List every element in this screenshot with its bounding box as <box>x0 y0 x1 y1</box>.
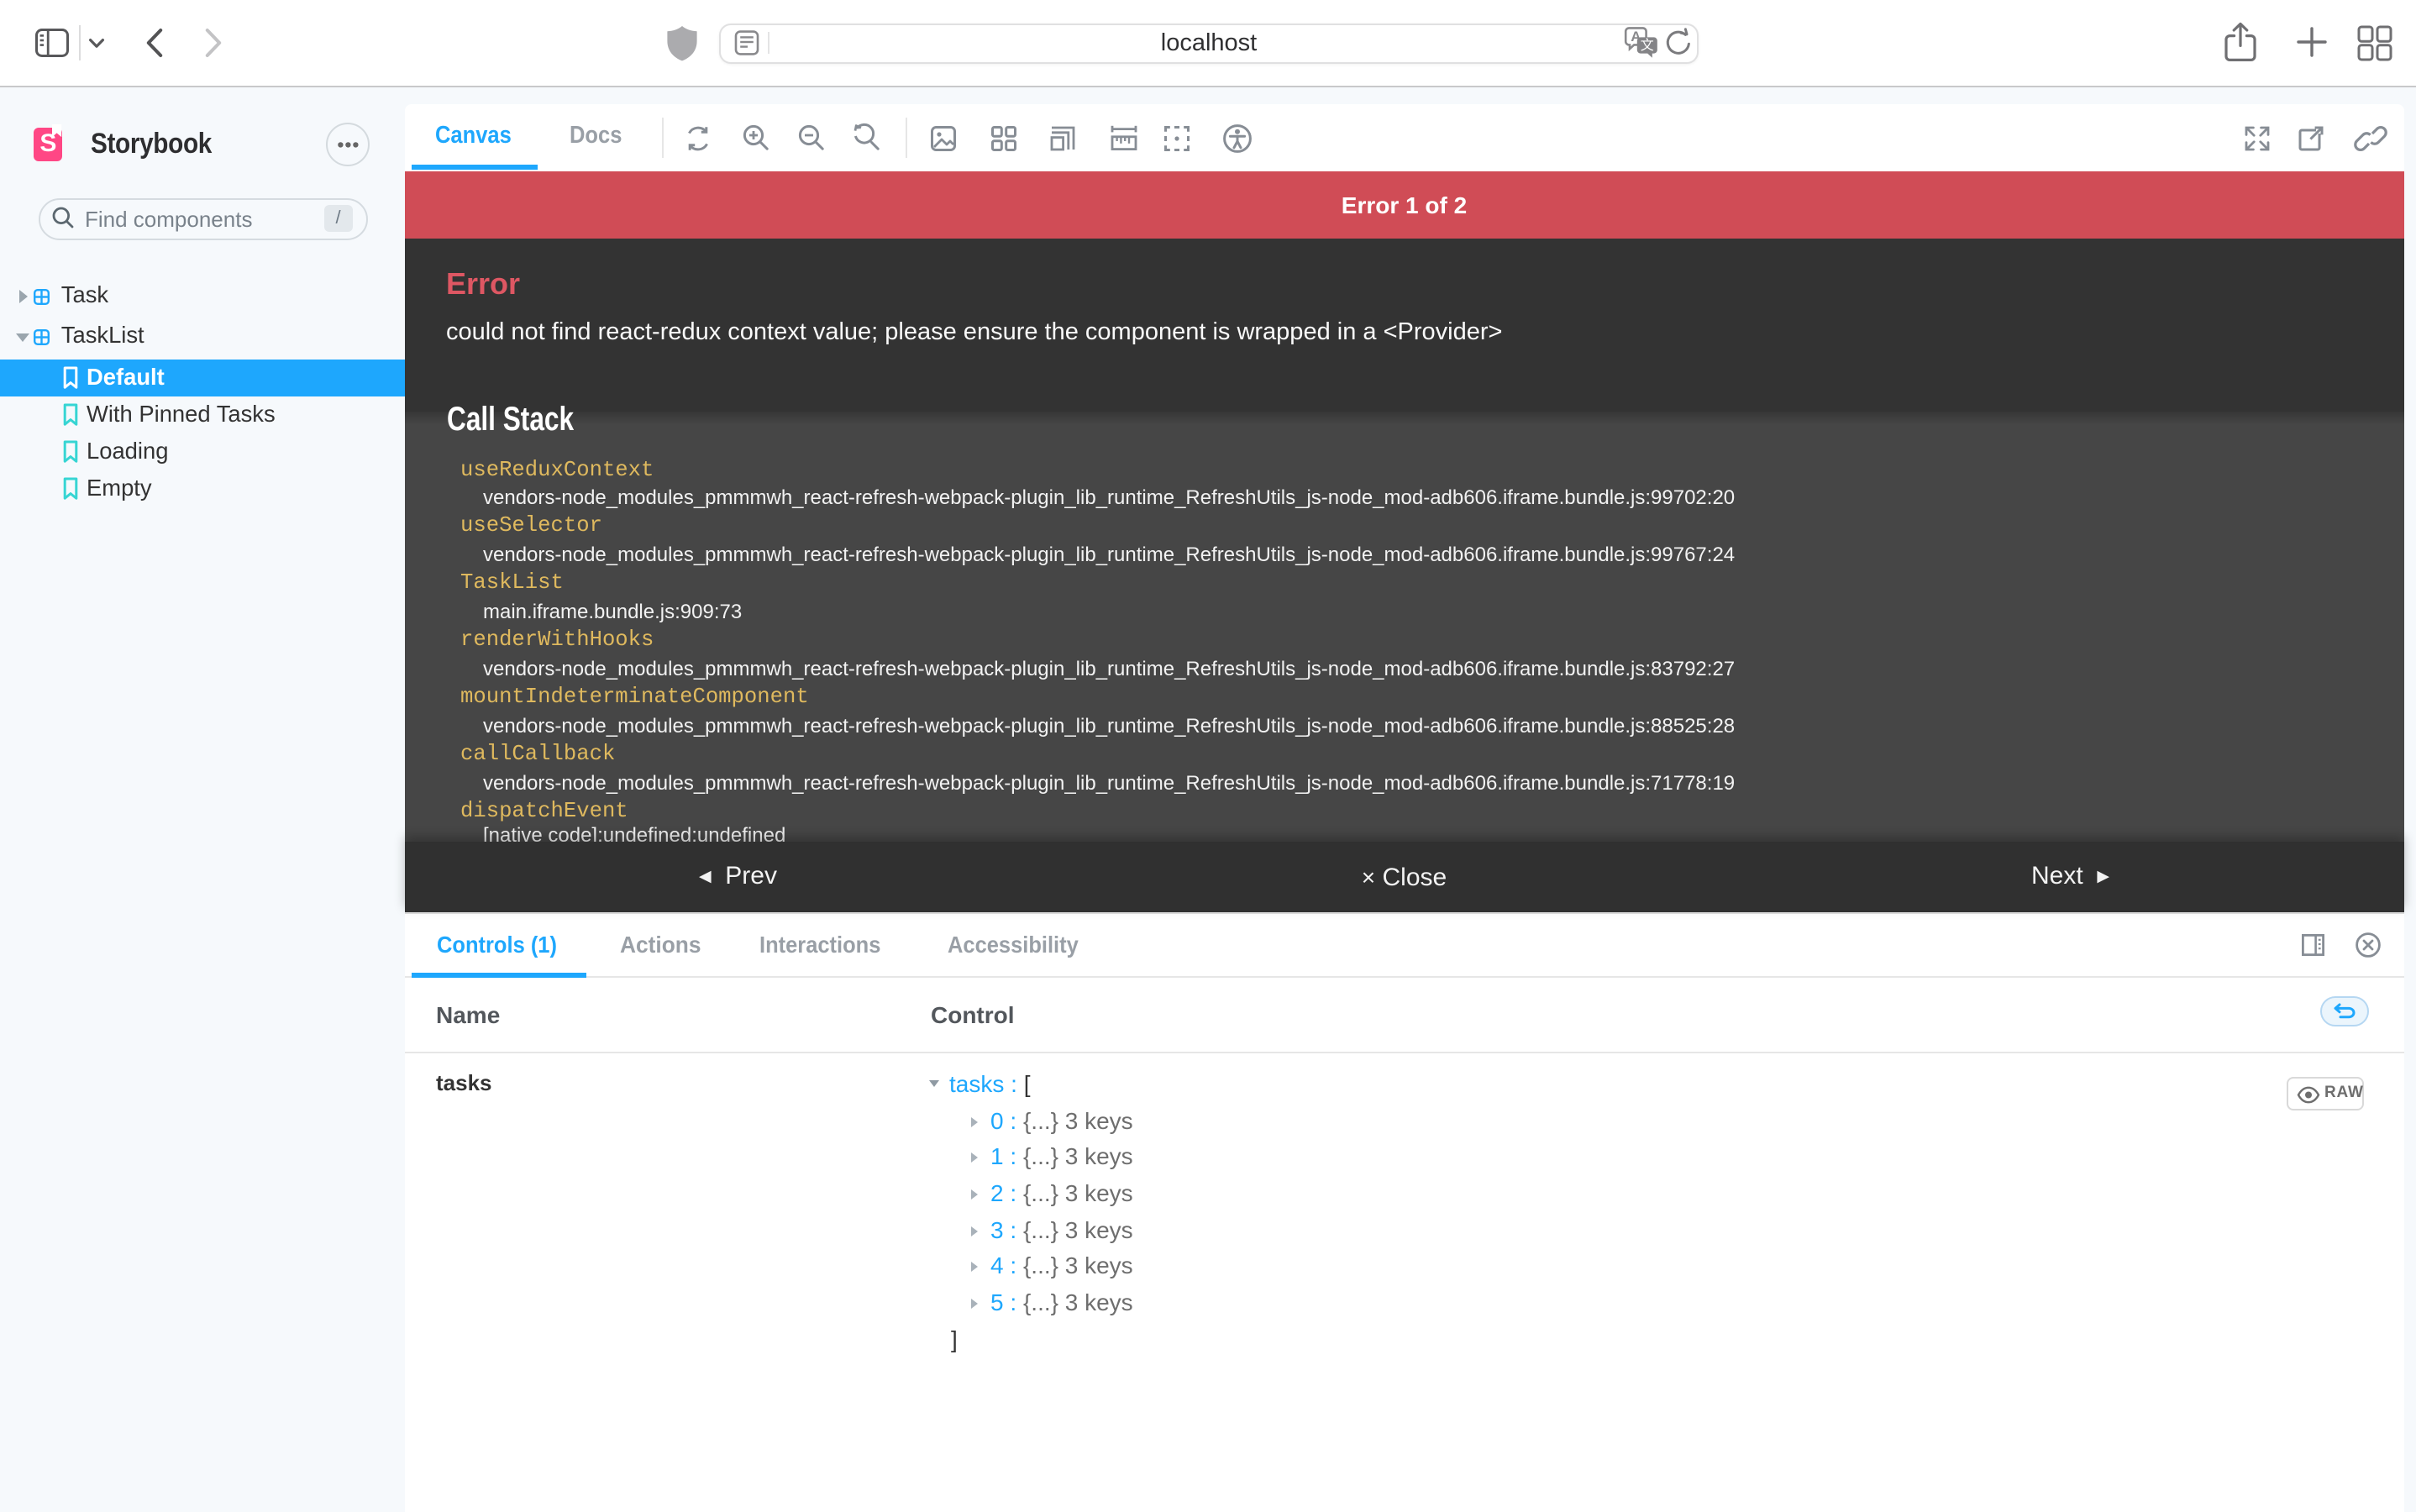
svg-text:文: 文 <box>1641 38 1654 53</box>
